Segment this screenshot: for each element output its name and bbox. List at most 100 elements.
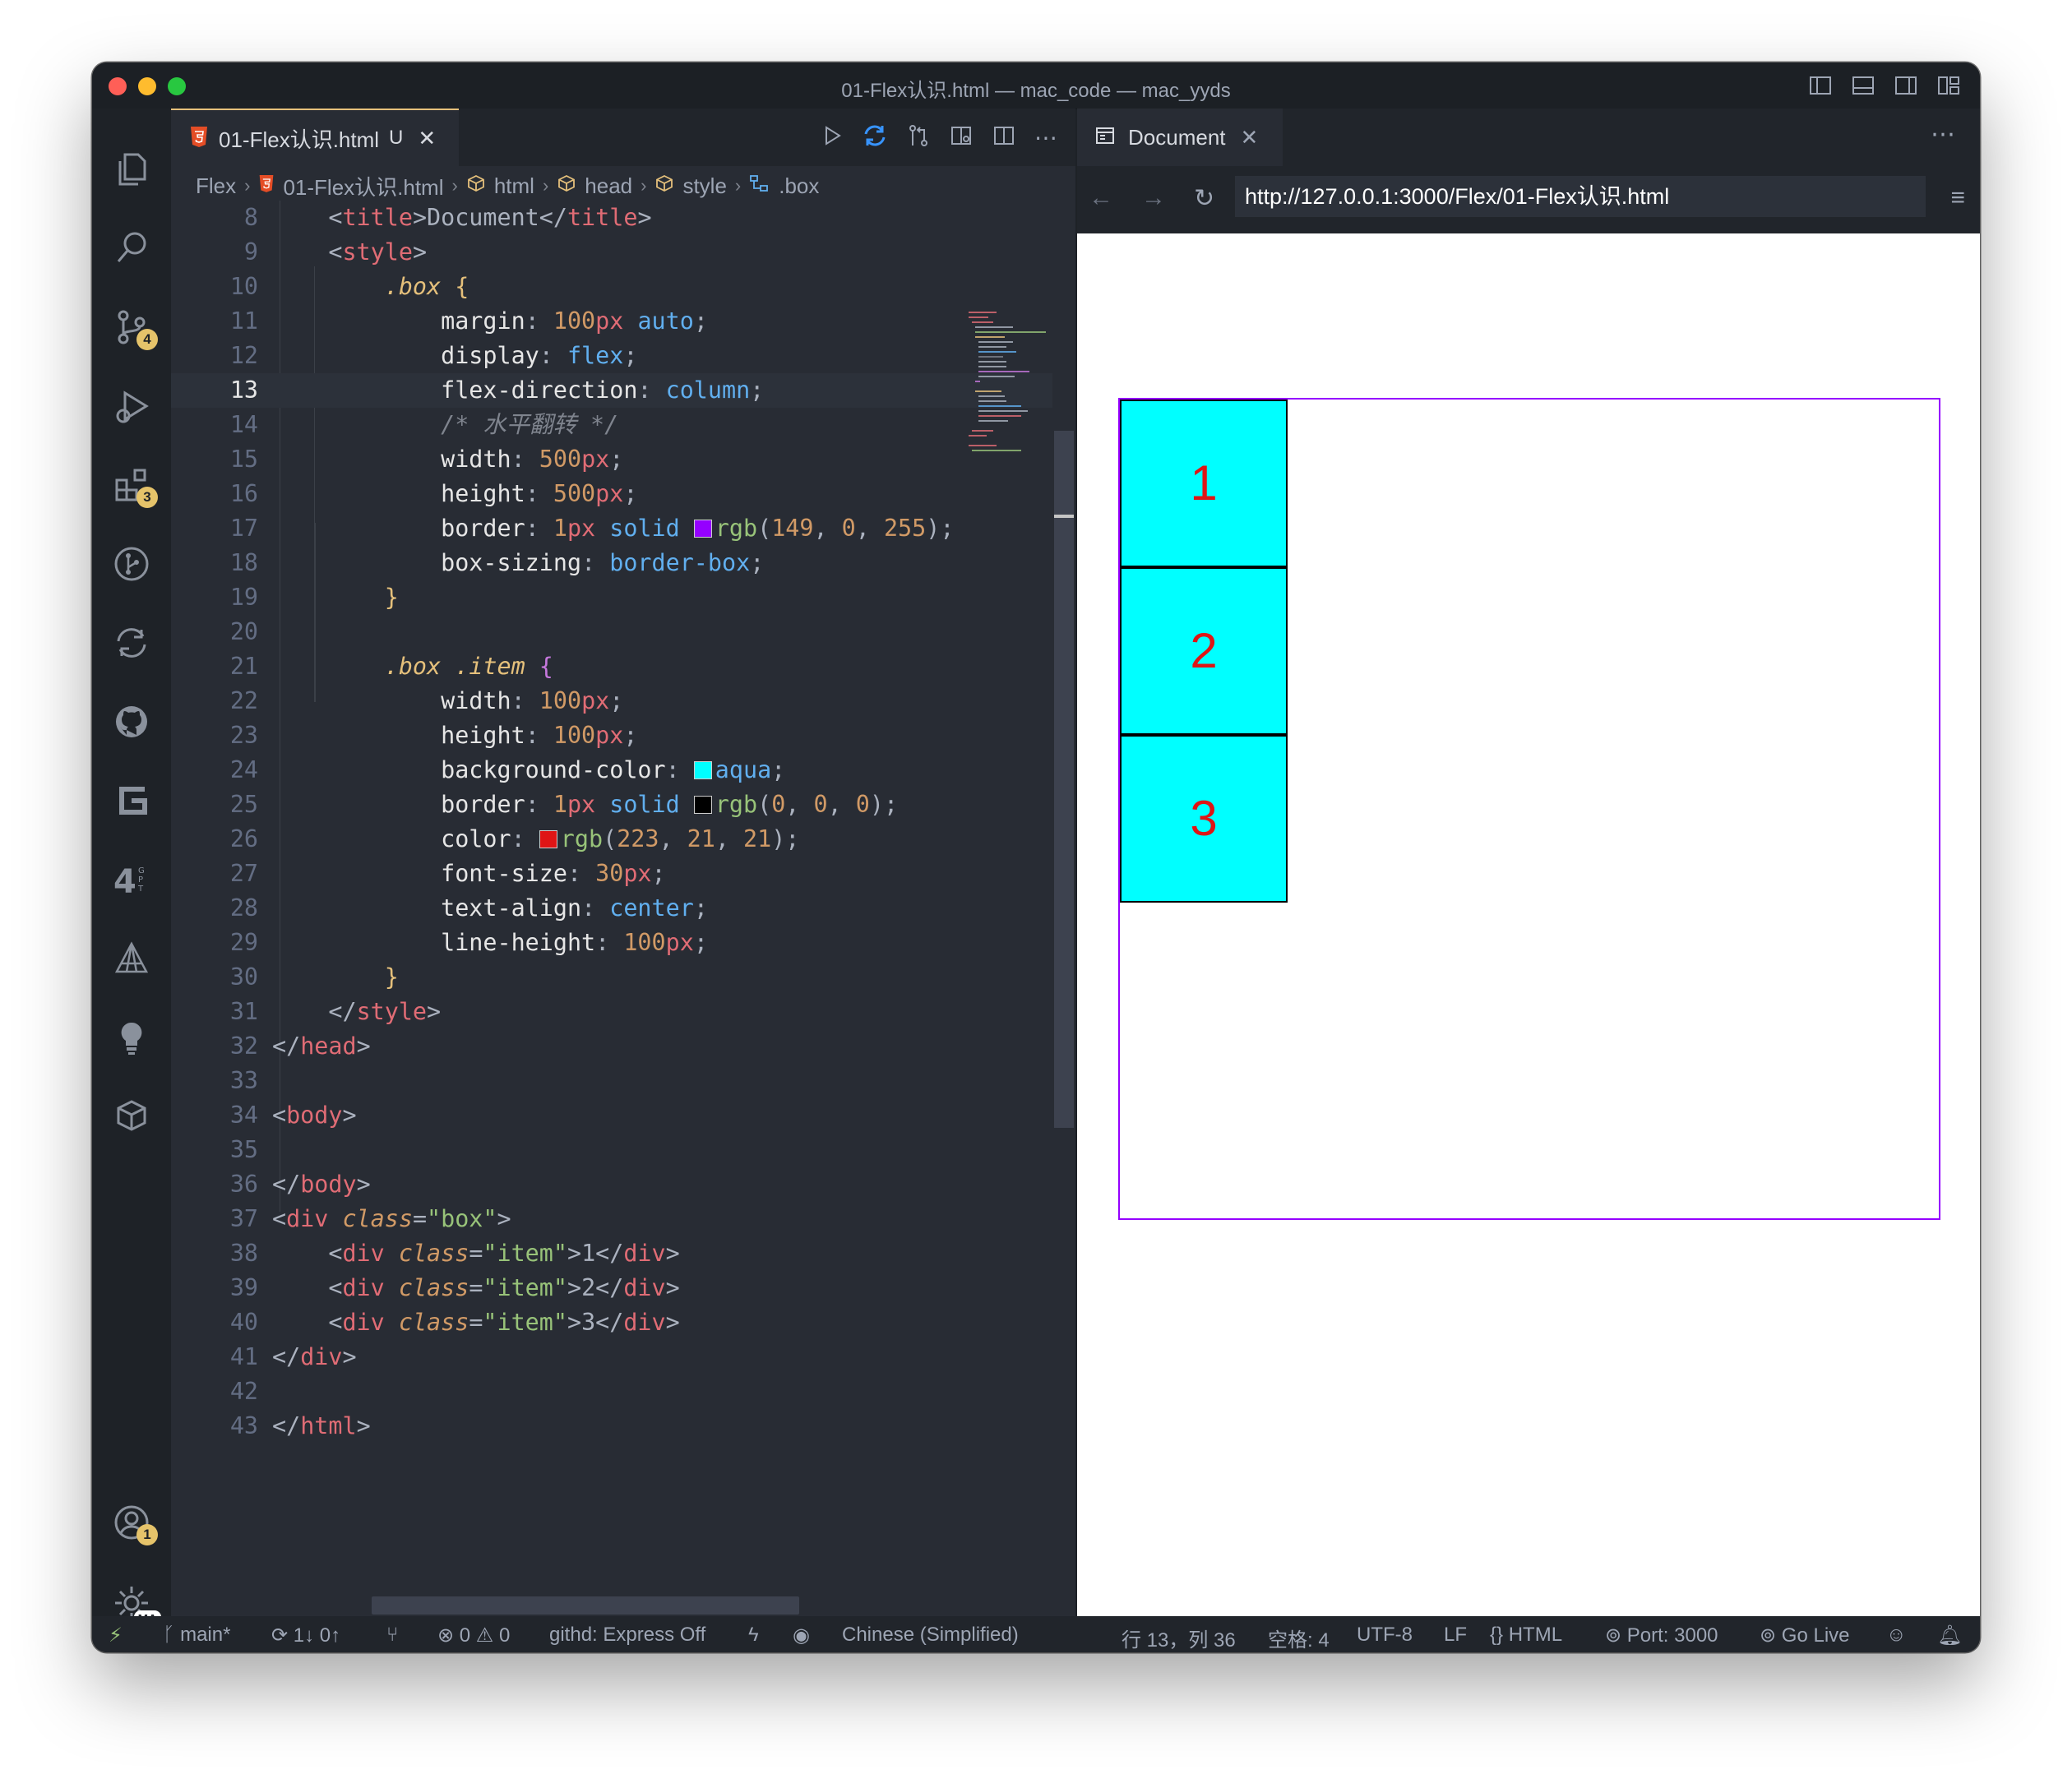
code-line[interactable]: 30 } bbox=[171, 960, 1075, 995]
explorer-icon[interactable] bbox=[104, 141, 160, 197]
code-line[interactable]: 14 /* 水平翻转 */ bbox=[171, 408, 1075, 442]
code-line[interactable]: 29 line-height: 100px; bbox=[171, 926, 1075, 960]
vertical-scrollbar[interactable] bbox=[1054, 431, 1074, 1128]
encoding[interactable]: UTF-8 bbox=[1357, 1624, 1413, 1647]
toggle-secondary-sidebar-icon[interactable] bbox=[1893, 72, 1919, 99]
go-live-button[interactable]: ⊚ Go Live bbox=[1760, 1624, 1850, 1647]
cursor-position[interactable]: 行 13，列 36 bbox=[1122, 1624, 1236, 1652]
indentation[interactable]: 空格: 4 bbox=[1268, 1624, 1330, 1652]
remote-sync-icon[interactable] bbox=[104, 615, 160, 671]
live-sync-icon[interactable] bbox=[862, 122, 888, 153]
chatgpt-extension-icon[interactable]: 4GPT bbox=[104, 852, 160, 908]
run-icon[interactable] bbox=[821, 124, 844, 151]
gitlens-icon[interactable] bbox=[104, 773, 160, 829]
breadcrumb-selector[interactable]: .box bbox=[779, 173, 819, 199]
split-editor-icon[interactable] bbox=[992, 123, 1016, 152]
branch-indicator[interactable]: ᚴ main* bbox=[163, 1624, 230, 1647]
code-line[interactable]: 40 <div class="item">3</div> bbox=[171, 1305, 1075, 1340]
code-line[interactable]: 32 </head> bbox=[171, 1029, 1075, 1064]
git-graph-icon[interactable] bbox=[104, 536, 160, 592]
tab-close-icon[interactable]: ✕ bbox=[418, 126, 436, 151]
color-swatch[interactable] bbox=[693, 761, 712, 779]
breadcrumb-head[interactable]: head bbox=[585, 173, 632, 199]
code-line[interactable]: 23 height: 100px; bbox=[171, 718, 1075, 753]
browser-tab-close-icon[interactable]: ✕ bbox=[1241, 125, 1259, 150]
code-line[interactable]: 42 bbox=[171, 1374, 1075, 1409]
color-swatch[interactable] bbox=[539, 830, 557, 848]
code-line[interactable]: 26 color: rgb(223, 21, 21); bbox=[171, 822, 1075, 857]
extensions-icon[interactable]: 3 bbox=[104, 457, 160, 513]
lightbulb-icon[interactable] bbox=[104, 1009, 160, 1065]
triangle-extension-icon[interactable] bbox=[104, 931, 160, 986]
port-indicator[interactable]: ⊚ Port: 3000 bbox=[1605, 1624, 1718, 1647]
breadcrumb-html[interactable]: html bbox=[494, 173, 534, 199]
code-line[interactable]: 10 .box { bbox=[171, 270, 1075, 304]
code-line[interactable]: 21 .box .item { bbox=[171, 649, 1075, 684]
remote-indicator-icon[interactable]: ⚡︎ bbox=[109, 1624, 123, 1647]
code-area[interactable]: 8 <title>Document</title> 9 <style> 10 .bo… bbox=[171, 201, 1075, 1616]
horizontal-scrollbar[interactable] bbox=[372, 1596, 799, 1615]
code-line[interactable]: 35 bbox=[171, 1133, 1075, 1167]
githd-status[interactable]: githd: Express Off bbox=[549, 1624, 705, 1647]
code-line[interactable]: 20 bbox=[171, 615, 1075, 649]
code-line[interactable]: 9 <style> bbox=[171, 235, 1075, 270]
problems-indicator[interactable]: ⊗ 0 ⚠ 0 bbox=[437, 1624, 510, 1647]
code-line[interactable]: 36 </body> bbox=[171, 1167, 1075, 1202]
sync-indicator[interactable]: ⟳ 1↓ 0↑ bbox=[271, 1624, 340, 1647]
github-icon[interactable] bbox=[104, 694, 160, 750]
breadcrumb-file[interactable]: 01-Flex认识.html bbox=[283, 171, 443, 201]
color-swatch[interactable] bbox=[693, 796, 712, 814]
git-graph-status-icon[interactable]: ⑂ bbox=[386, 1624, 398, 1647]
more-actions-icon[interactable]: ⋯ bbox=[1034, 124, 1057, 151]
forward-arrow-icon[interactable]: → bbox=[1141, 184, 1166, 212]
reload-icon[interactable]: ↻ bbox=[1194, 184, 1214, 213]
browser-tab[interactable]: Document ✕ bbox=[1077, 109, 1283, 166]
code-line[interactable]: 43 </html> bbox=[171, 1409, 1075, 1444]
code-line[interactable]: 31 </style> bbox=[171, 995, 1075, 1029]
more-actions-icon[interactable]: ⋯ bbox=[1931, 120, 1955, 149]
toggle-primary-sidebar-icon[interactable] bbox=[1807, 72, 1834, 99]
code-line[interactable]: 12 display: flex; bbox=[171, 339, 1075, 373]
url-input[interactable]: http://127.0.0.1:3000/Flex/01-Flex认识.htm… bbox=[1235, 176, 1926, 217]
open-preview-icon[interactable] bbox=[949, 123, 974, 152]
code-line[interactable]: 15 width: 500px; bbox=[171, 442, 1075, 477]
open-changes-icon[interactable] bbox=[906, 123, 931, 152]
end-of-line[interactable]: LF bbox=[1444, 1624, 1467, 1647]
code-line[interactable]: 19 } bbox=[171, 580, 1075, 615]
color-swatch[interactable] bbox=[693, 520, 712, 538]
run-debug-icon[interactable] bbox=[104, 378, 160, 434]
language-pack-status[interactable]: Chinese (Simplified) bbox=[842, 1624, 1019, 1647]
code-line[interactable]: 16 height: 500px; bbox=[171, 477, 1075, 511]
code-line[interactable]: 24 background-color: aqua; bbox=[171, 753, 1075, 788]
code-line[interactable]: 37 <div class="box"> bbox=[171, 1202, 1075, 1236]
package-icon[interactable] bbox=[104, 1088, 160, 1144]
search-icon[interactable] bbox=[104, 220, 160, 276]
code-line[interactable]: 8 <title>Document</title> bbox=[171, 201, 1075, 235]
eye-icon[interactable]: ◉ bbox=[793, 1624, 810, 1647]
menu-icon[interactable]: ≡ bbox=[1950, 184, 1965, 212]
minimap[interactable] bbox=[964, 309, 1054, 457]
code-line[interactable]: 28 text-align: center; bbox=[171, 891, 1075, 926]
code-line[interactable]: 17 border: 1px solid rgb(149, 0, 255); bbox=[171, 511, 1075, 546]
code-line[interactable]: 22 width: 100px; bbox=[171, 684, 1075, 718]
breadcrumb-folder[interactable]: Flex bbox=[196, 173, 236, 199]
code-line[interactable]: 34 <body> bbox=[171, 1098, 1075, 1133]
editor-tab-active[interactable]: 01-Flex认识.html U ✕ bbox=[171, 109, 459, 166]
breadcrumb-style[interactable]: style bbox=[682, 173, 726, 199]
notifications-bell-icon[interactable]: 🔔︎ bbox=[1937, 1624, 1962, 1647]
code-line[interactable]: 25 border: 1px solid rgb(0, 0, 0); bbox=[171, 788, 1075, 822]
code-line[interactable]: 11 margin: 100px auto; bbox=[171, 304, 1075, 339]
code-line[interactable]: 38 <div class="item">1</div> bbox=[171, 1236, 1075, 1271]
code-line[interactable]: 33 bbox=[171, 1064, 1075, 1098]
code-line[interactable]: 13 flex-direction: column; bbox=[171, 373, 1052, 408]
accounts-icon[interactable]: 1 bbox=[104, 1495, 160, 1550]
back-arrow-icon[interactable]: ← bbox=[1089, 184, 1113, 212]
lightning-icon[interactable]: ϟ bbox=[748, 1624, 759, 1647]
source-control-icon[interactable]: 4 bbox=[104, 299, 160, 355]
code-line[interactable]: 18 box-sizing: border-box; bbox=[171, 546, 1075, 580]
code-line[interactable]: 41 </div> bbox=[171, 1340, 1075, 1374]
language-mode[interactable]: {} HTML bbox=[1490, 1624, 1562, 1647]
toggle-panel-icon[interactable] bbox=[1850, 72, 1876, 99]
customize-layout-icon[interactable] bbox=[1936, 72, 1962, 99]
code-line[interactable]: 39 <div class="item">2</div> bbox=[171, 1271, 1075, 1305]
